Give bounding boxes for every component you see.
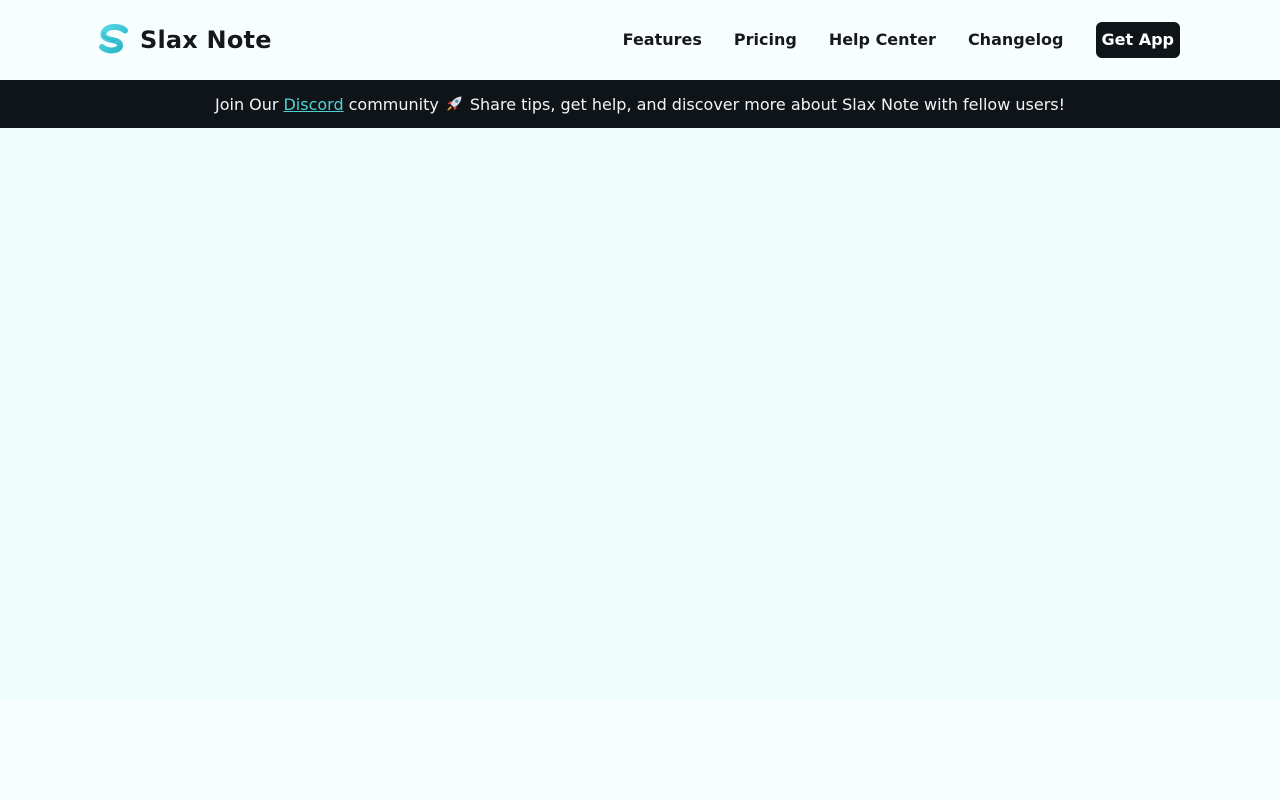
main-nav: Features Pricing Help Center Changelog G… bbox=[623, 22, 1180, 58]
nav-link-help-center[interactable]: Help Center bbox=[829, 22, 936, 58]
discord-link[interactable]: Discord bbox=[283, 95, 343, 114]
content-section bbox=[0, 701, 1280, 800]
top-navigation: Slax Note Features Pricing Help Center C… bbox=[0, 0, 1280, 80]
discord-banner: Join Our Discord community Share tips, g… bbox=[0, 80, 1280, 128]
brand-name: Slax Note bbox=[140, 26, 272, 54]
banner-suffix: Share tips, get help, and discover more … bbox=[469, 94, 1066, 114]
s-logo-icon bbox=[99, 24, 128, 54]
banner-prefix: Join Our bbox=[214, 94, 279, 114]
nav-link-features[interactable]: Features bbox=[623, 22, 702, 58]
rocket-icon bbox=[447, 96, 462, 111]
hero-section bbox=[0, 128, 1280, 701]
get-app-button[interactable]: Get App bbox=[1095, 22, 1180, 58]
nav-link-pricing[interactable]: Pricing bbox=[734, 22, 797, 58]
nav-link-changelog[interactable]: Changelog bbox=[968, 22, 1064, 58]
brand-home-link[interactable]: Slax Note bbox=[99, 24, 272, 56]
banner-middle: community bbox=[348, 94, 439, 114]
